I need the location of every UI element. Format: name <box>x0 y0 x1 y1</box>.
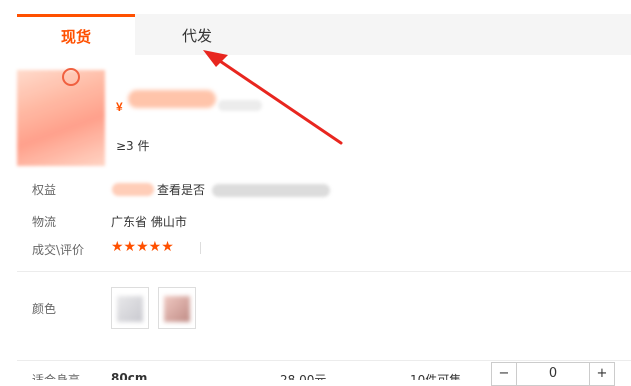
rating-stars: ★★★★★ <box>111 239 174 255</box>
color-label: 颜色 <box>32 302 57 316</box>
logistics-label: 物流 <box>32 215 57 229</box>
currency-symbol: ¥ <box>116 100 123 114</box>
price-redacted <box>128 90 216 108</box>
rights-detail-redacted <box>212 184 330 197</box>
rights-badge-redacted <box>112 183 154 196</box>
min-order-quantity: ≥3 件 <box>116 139 150 153</box>
color-swatch-1-image <box>117 296 143 322</box>
rating-separator <box>200 242 201 254</box>
quantity-decrease-button[interactable]: − <box>491 362 517 386</box>
color-swatch-2[interactable] <box>158 287 196 329</box>
color-swatch-2-image <box>164 296 190 322</box>
tab-bar: 现货 代发 <box>17 14 631 55</box>
rating-label: 成交\评价 <box>32 243 85 257</box>
tab-dropship[interactable]: 代发 <box>162 14 232 55</box>
rights-label: 权益 <box>32 183 57 197</box>
tab-in-stock[interactable]: 现货 <box>17 14 135 55</box>
price-unit-redacted <box>218 100 262 111</box>
rights-link-text[interactable]: 查看是否 <box>157 181 205 198</box>
logistics-origin: 广东省 佛山市 <box>111 215 187 229</box>
color-swatch-1[interactable] <box>111 287 149 329</box>
quantity-increase-button[interactable]: + <box>589 362 615 386</box>
quantity-input[interactable]: 0 <box>516 362 590 386</box>
thumbnail-stamp-icon <box>62 68 80 86</box>
product-thumbnail[interactable] <box>17 70 105 166</box>
section-divider <box>17 271 631 272</box>
